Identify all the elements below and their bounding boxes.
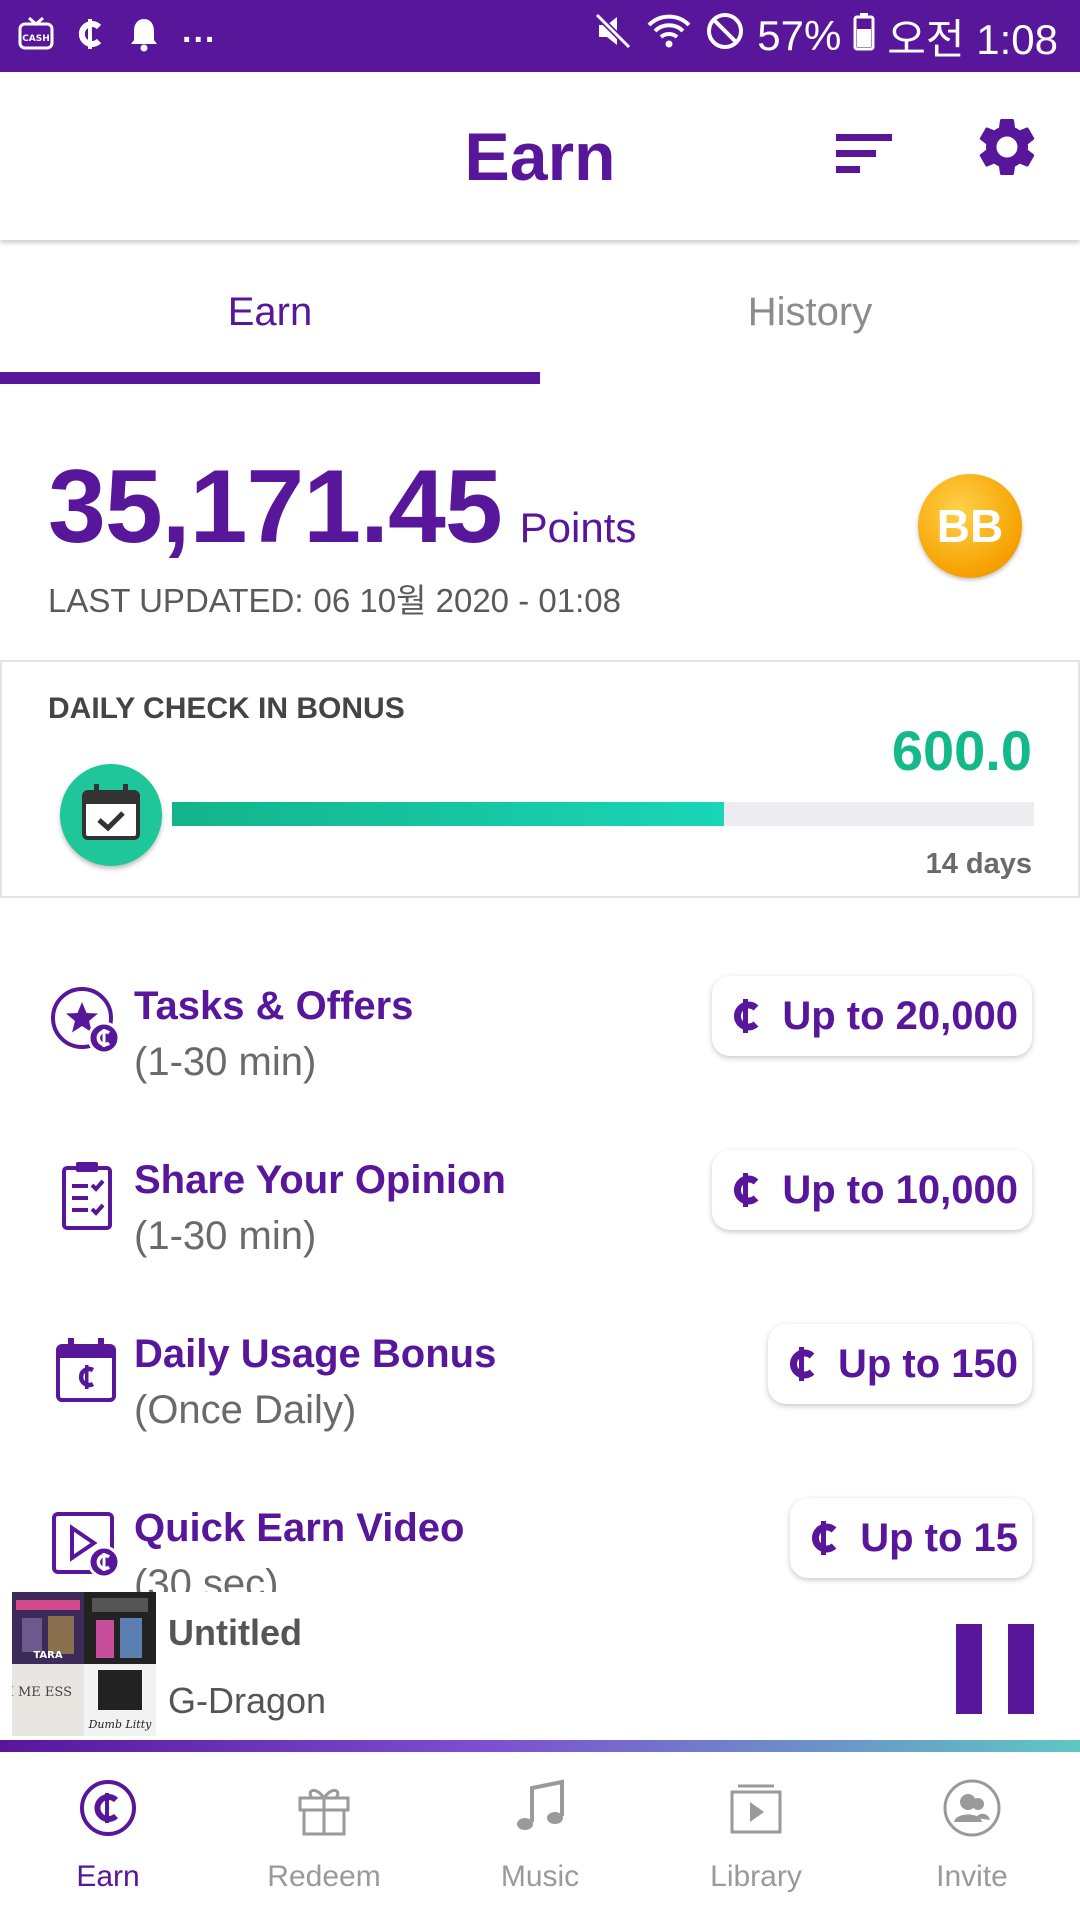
coin-icon bbox=[734, 999, 759, 1033]
earn-item-subtitle: (1-30 min) bbox=[134, 1214, 317, 1258]
daily-days: 14 days bbox=[925, 848, 1032, 880]
gift-icon bbox=[298, 1789, 350, 1836]
reward-text: Up to 20,000 bbox=[782, 993, 1018, 1038]
album-text-tara: TARA bbox=[33, 1650, 62, 1661]
daily-bonus-amount: 600.0 bbox=[891, 719, 1032, 782]
points-unit: Points bbox=[519, 504, 637, 551]
bottom-navigation: Earn Redeem Music Library Invite bbox=[0, 1752, 1080, 1920]
daily-progress-bar bbox=[172, 802, 1034, 826]
nav-label: Music bbox=[500, 1860, 580, 1893]
nav-label: Earn bbox=[76, 1860, 140, 1893]
wifi-icon bbox=[645, 11, 693, 61]
app-header: Earn bbox=[0, 72, 1080, 240]
pause-icon-bar bbox=[1008, 1624, 1034, 1714]
invite-person-icon bbox=[943, 1779, 1001, 1837]
album-text-timeless: TI ME ESS bbox=[12, 1685, 72, 1700]
earn-item-title: Tasks & Offers bbox=[134, 984, 414, 1028]
reward-text: Up to 150 bbox=[837, 1341, 1018, 1386]
coin-icon bbox=[80, 1780, 136, 1836]
nav-label: Redeem bbox=[267, 1860, 381, 1893]
status-left-icons: CASH ... bbox=[18, 11, 217, 58]
earn-item-subtitle: (Once Daily) bbox=[134, 1388, 357, 1432]
coin-icon bbox=[812, 1521, 837, 1555]
sort-icon bbox=[836, 134, 892, 173]
daily-bonus-title: DAILY CHECK IN BONUS bbox=[48, 692, 405, 725]
points-value: 35,171.45 bbox=[48, 449, 503, 565]
last-updated-label: LAST UPDATED: bbox=[48, 582, 304, 619]
earn-item-daily-usage[interactable]: Daily Usage Bonus (Once Daily) Up to 150 bbox=[0, 1324, 1080, 1462]
reward-pill[interactable]: Up to 10,000 bbox=[712, 1150, 1032, 1230]
library-play-icon bbox=[730, 1784, 782, 1834]
status-right-icons: 57% 오전 1:08 bbox=[593, 10, 1058, 63]
battery-icon bbox=[853, 11, 875, 61]
reward-text: Up to 10,000 bbox=[782, 1167, 1018, 1212]
track-title: Untitled bbox=[168, 1612, 302, 1653]
mute-icon bbox=[593, 11, 633, 61]
nav-music[interactable]: Music bbox=[432, 1752, 648, 1920]
tab-bar: Earn History bbox=[0, 240, 1080, 384]
battery-percent: 57% bbox=[757, 12, 842, 59]
star-coin-icon bbox=[48, 984, 121, 1060]
settings-icon bbox=[979, 118, 1035, 175]
nav-invite[interactable]: Invite bbox=[864, 1752, 1080, 1920]
points-summary: 35,171.45 Points bbox=[48, 448, 637, 565]
last-updated: LAST UPDATED: 06 10월 2020 - 01:08 bbox=[48, 574, 621, 622]
reward-pill[interactable]: Up to 20,000 bbox=[712, 976, 1032, 1056]
cash-coin-icon bbox=[76, 16, 106, 57]
calendar-check-icon bbox=[60, 764, 162, 866]
pause-icon bbox=[956, 1624, 982, 1714]
daily-progress-fill bbox=[172, 802, 724, 826]
track-artist: G-Dragon bbox=[168, 1680, 327, 1721]
pause-button[interactable] bbox=[956, 1624, 1034, 1714]
settings-button[interactable] bbox=[972, 112, 1042, 182]
notification-bell-icon bbox=[128, 16, 160, 57]
tab-earn[interactable]: Earn bbox=[0, 240, 540, 384]
nav-earn[interactable]: Earn bbox=[0, 1752, 216, 1920]
daily-check-in-card[interactable]: DAILY CHECK IN BONUS 600.0 14 days bbox=[0, 660, 1080, 898]
status-more-indicator: ... bbox=[182, 11, 217, 50]
nav-redeem[interactable]: Redeem bbox=[216, 1752, 432, 1920]
nav-library[interactable]: Library bbox=[648, 1752, 864, 1920]
status-bar: CASH ... 57% 오전 1:08 bbox=[0, 0, 1080, 72]
earn-item-title: Daily Usage Bonus bbox=[134, 1332, 497, 1376]
nav-label: Library bbox=[710, 1860, 802, 1893]
earn-item-title: Quick Earn Video bbox=[134, 1506, 465, 1550]
earn-item-subtitle: (1-30 min) bbox=[134, 1040, 317, 1084]
coin-icon bbox=[734, 1173, 759, 1207]
calendar-coin-icon bbox=[48, 1332, 120, 1408]
page-title: Earn bbox=[464, 119, 616, 195]
earn-item-share-opinion[interactable]: Share Your Opinion (1-30 min) Up to 10,0… bbox=[0, 1150, 1080, 1288]
do-not-disturb-icon bbox=[705, 11, 745, 61]
player-progress-line bbox=[0, 1740, 1080, 1752]
svg-text:CASH: CASH bbox=[22, 34, 50, 44]
clipboard-check-icon bbox=[48, 1158, 120, 1234]
tab-history[interactable]: History bbox=[540, 240, 1080, 384]
cash-tv-icon: CASH bbox=[18, 16, 54, 57]
reward-text: Up to 15 bbox=[860, 1515, 1018, 1560]
album-text-dumb-litty: Dumb Litty bbox=[88, 1718, 153, 1731]
earn-item-tasks-offers[interactable]: Tasks & Offers (1-30 min) Up to 20,000 bbox=[0, 976, 1080, 1114]
active-tab-indicator bbox=[0, 372, 540, 384]
last-updated-value: 06 10월 2020 - 01:08 bbox=[313, 582, 621, 619]
music-note-icon bbox=[517, 1779, 564, 1830]
reward-pill[interactable]: Up to 150 bbox=[767, 1324, 1032, 1404]
sort-button[interactable] bbox=[830, 122, 900, 186]
coin-icon bbox=[789, 1347, 815, 1381]
video-coin-icon bbox=[48, 1506, 121, 1582]
reward-pill[interactable]: Up to 15 bbox=[790, 1498, 1032, 1578]
earn-item-title: Share Your Opinion bbox=[134, 1158, 506, 1202]
nav-label: Invite bbox=[936, 1860, 1008, 1893]
clock: 오전 1:08 bbox=[887, 15, 1058, 63]
mini-player[interactable]: TARA TI ME ESS Dumb Litty Untitled G-Dra… bbox=[0, 1592, 1080, 1742]
album-art[interactable]: TARA TI ME ESS Dumb Litty bbox=[12, 1592, 156, 1736]
bb-badge-icon[interactable]: BB bbox=[918, 474, 1022, 578]
